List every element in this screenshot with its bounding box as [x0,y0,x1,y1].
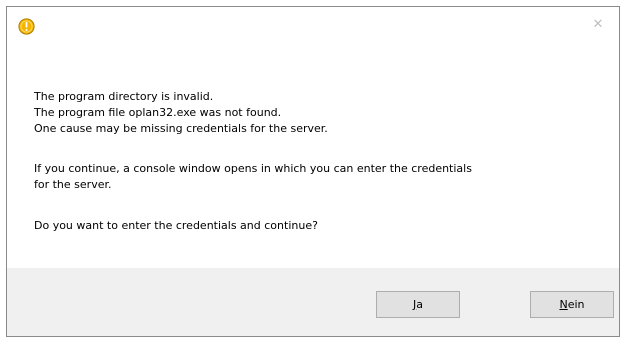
yes-label-rest: a [416,298,423,311]
warning-circle-icon [18,18,35,35]
message-line-3: One cause may be missing credentials for… [34,122,328,135]
message-line-2: The program file oplan32.exe was not fou… [34,106,282,119]
message-line-1: The program directory is invalid. [34,90,214,103]
no-button[interactable]: Nein [530,291,614,318]
message-line-4: If you continue, a console window opens … [34,162,472,175]
yes-button[interactable]: Ja [376,291,460,318]
title-bar: ✕ [7,7,619,47]
no-mnemonic: N [559,298,568,311]
message-area: The program directory is invalid. The pr… [7,47,619,268]
message-line-5: for the server. [34,178,112,191]
message-dialog: ✕ The program directory is invalid. The … [6,6,620,337]
close-button[interactable]: ✕ [583,10,613,37]
button-bar: Ja Nein [7,268,619,336]
message-line-6: Do you want to enter the credentials and… [34,219,318,232]
close-icon: ✕ [592,16,604,31]
no-label-rest: ein [567,298,585,311]
